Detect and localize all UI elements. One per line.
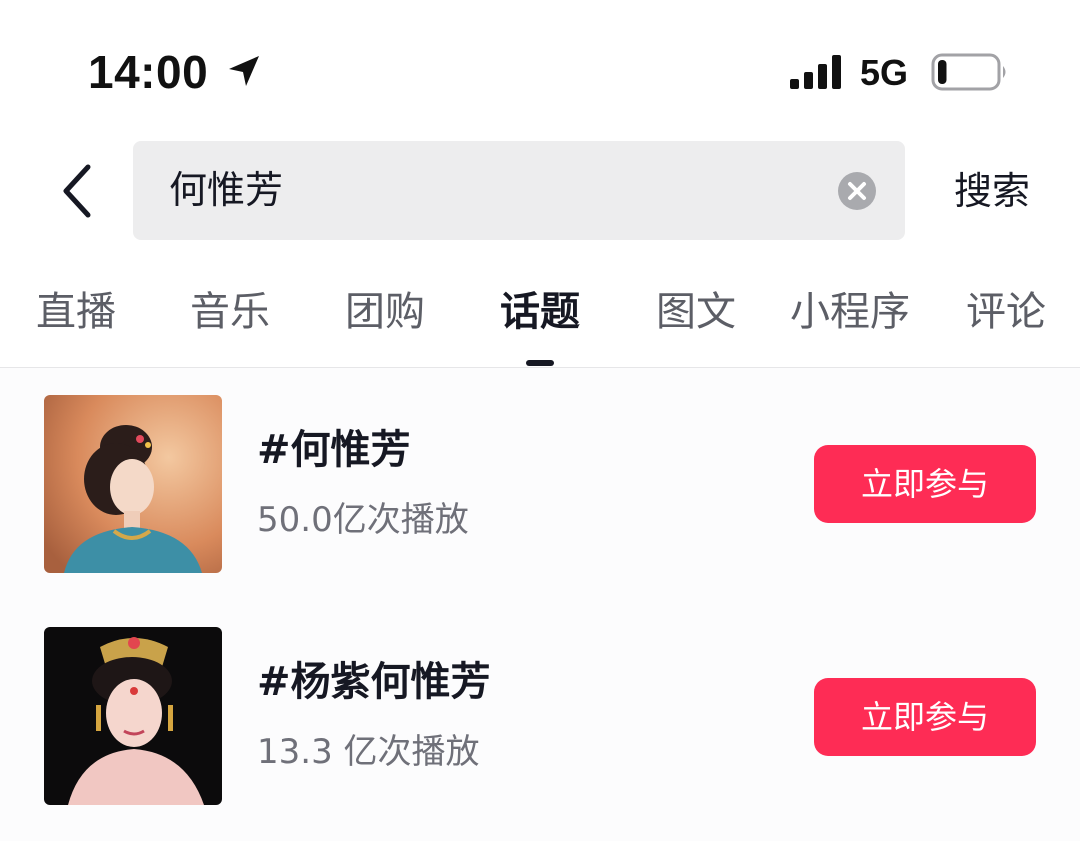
tab-topics[interactable]: 话题 [470,282,610,342]
location-arrow-icon [229,56,259,86]
tab-music[interactable]: 音乐 [160,282,300,342]
status-time: 14:00 [88,46,209,98]
topic-result-item[interactable]: #杨紫何惟芳 13.3 亿次播放 立即参与 [0,600,1080,832]
join-topic-button[interactable]: 立即参与 [814,445,1036,523]
tab-mini-programs[interactable]: 小程序 [780,282,920,342]
tab-live[interactable]: 直播 [6,282,146,342]
cellular-signal-icon [790,55,841,89]
search-input[interactable] [169,141,809,240]
active-tab-indicator [526,360,554,366]
battery-low-icon [931,53,1006,91]
topic-thumbnail [44,627,222,805]
search-category-tabs: 直播 音乐 团购 话题 图文 小程序 评论 [0,270,1080,368]
topic-view-count: 50.0亿次播放 [257,500,469,540]
topic-title: #何惟芳 [257,427,411,473]
join-topic-button[interactable]: 立即参与 [814,678,1036,756]
back-chevron-icon [63,164,91,218]
tab-image-text[interactable]: 图文 [626,282,766,342]
topic-result-item[interactable]: #何惟芳 50.0亿次播放 立即参与 [0,368,1080,600]
tab-comments[interactable]: 评论 [936,282,1076,342]
topic-thumbnail [44,395,222,573]
status-bar: 14:00 5G [0,0,1080,140]
search-submit-button[interactable]: 搜索 [947,160,1037,222]
back-button[interactable] [48,158,104,224]
network-type: 5G [860,52,909,93]
topic-title: #杨紫何惟芳 [257,659,491,705]
topic-view-count: 13.3 亿次播放 [257,732,480,772]
clear-circle-icon[interactable] [837,171,877,211]
search-box [133,141,905,240]
tab-group-buy[interactable]: 团购 [315,282,455,342]
topic-results-list: #何惟芳 50.0亿次播放 立即参与 #杨紫何惟芳 13.3 亿次播放 立即参与 [0,368,1080,841]
